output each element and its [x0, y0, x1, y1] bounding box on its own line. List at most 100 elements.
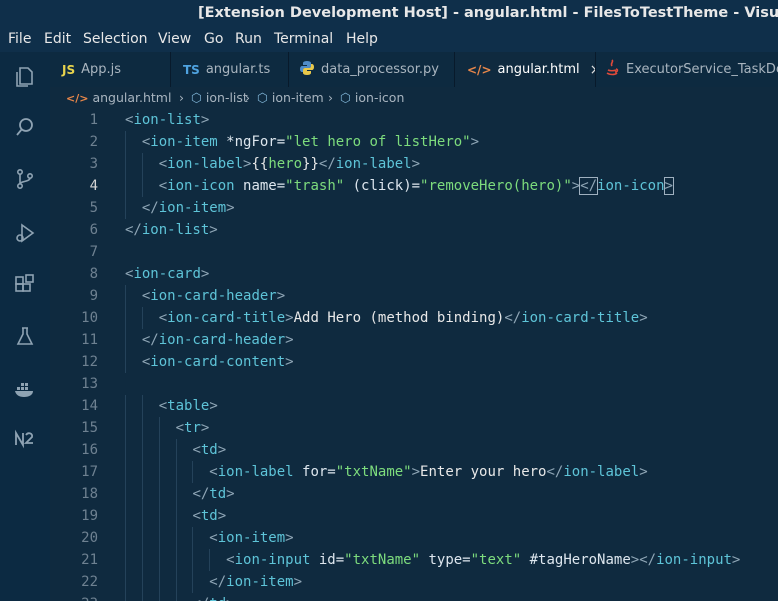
code-token: < [192, 442, 201, 458]
code-line[interactable]: 15 <tr> [50, 417, 778, 439]
breadcrumb-item-ion-item[interactable]: ⬡ ion-item [257, 90, 324, 105]
code-token: ion-card-header [158, 332, 286, 348]
code-token: < [209, 530, 218, 546]
line-number: 1 [89, 112, 98, 128]
code-token: > [285, 310, 294, 326]
code-line[interactable]: 4 <ion-icon name="trash" (click)="removeH… [50, 175, 778, 197]
code-token: < [192, 508, 201, 524]
menu-terminal[interactable]: Terminal [274, 31, 333, 47]
tab-angular-ts[interactable]: TS angular.ts [171, 52, 289, 87]
line-number: 18 [81, 486, 98, 502]
line-number: 5 [89, 200, 98, 216]
code-line[interactable]: 21 <ion-input id="txtName" type="text" #t… [50, 549, 778, 571]
run-debug-icon[interactable] [12, 220, 38, 246]
code-content: </ion-list> [125, 219, 218, 241]
source-control-icon[interactable] [12, 166, 38, 192]
code-token: "let hero of listHero" [285, 134, 471, 150]
nx-console-icon[interactable] [12, 426, 38, 452]
code-line[interactable]: 14 <table> [50, 395, 778, 417]
code-line[interactable]: 19 <td> [50, 505, 778, 527]
docker-icon[interactable] [12, 376, 38, 402]
code-token: > [276, 288, 286, 304]
menu-edit[interactable]: Edit [44, 31, 71, 47]
extensions-icon[interactable] [12, 272, 38, 298]
code-line[interactable]: 10 <ion-card-title>Add Hero (method bindi… [50, 307, 778, 329]
window-titlebar: [Extension Development Host] - angular.h… [0, 0, 778, 28]
code-token: </ [141, 332, 159, 348]
code-line[interactable]: 1 <ion-list> [50, 109, 778, 131]
indent-guide [141, 153, 143, 175]
code-token: > [470, 134, 480, 150]
code-token: > [639, 464, 648, 480]
breadcrumb-item-ion-icon[interactable]: ⬡ ion-icon [340, 90, 404, 105]
code-line[interactable]: 3 <ion-label>{{hero}}</ion-label> [50, 153, 778, 175]
code-token: (click)= [344, 178, 421, 194]
breadcrumb-item-ion-list[interactable]: ⬡ ion-list [191, 90, 248, 105]
code-token: < [158, 310, 168, 326]
menu-view[interactable]: View [158, 31, 191, 47]
explorer-icon[interactable] [12, 64, 38, 90]
indent-guide [158, 439, 160, 461]
code-line[interactable]: 6 </ion-list> [50, 219, 778, 241]
indent-guide [125, 461, 126, 483]
code-token: ion-card-content [150, 354, 286, 370]
tab-angular-html[interactable]: </> angular.html × [455, 52, 596, 87]
tab-data-processor-py[interactable]: data_processor.py [289, 52, 455, 87]
code-token: "text" [470, 552, 522, 568]
code-line[interactable]: 23 </td> [50, 593, 778, 601]
code-token: > [209, 222, 218, 238]
breadcrumb-item-file[interactable]: </> angular.html [66, 90, 171, 105]
code-content: <ion-card> [125, 263, 209, 285]
indent-guide [158, 505, 160, 527]
menu-go[interactable]: Go [204, 31, 223, 47]
code-line[interactable]: 9 <ion-card-header> [50, 285, 778, 307]
line-number: 3 [89, 156, 98, 172]
menu-selection[interactable]: Selection [83, 31, 148, 47]
code-token: ion-label [335, 156, 412, 172]
code-line[interactable]: 12 <ion-card-content> [50, 351, 778, 373]
testing-icon[interactable] [12, 324, 38, 350]
code-token: > [293, 574, 303, 590]
code-token: *ngFor= [217, 134, 286, 150]
activity-bar [0, 52, 50, 601]
code-token: ion-list [141, 222, 210, 238]
code-line[interactable]: 20 <ion-item> [50, 527, 778, 549]
code-token: ion-card-title [167, 310, 286, 326]
element-icon: ⬡ [340, 90, 351, 105]
tab-executor-service[interactable]: ExecutorService_TaskDep [596, 52, 778, 87]
indent-guide [192, 549, 194, 571]
code-content: </ion-card-header> [142, 329, 294, 351]
indent-guide [175, 505, 177, 527]
code-line[interactable]: 17 <ion-label for="txtName">Enter your he… [50, 461, 778, 483]
code-token: {{ [251, 156, 269, 172]
code-token: > [285, 332, 294, 348]
indent-guide [125, 197, 126, 219]
code-line[interactable]: 11 </ion-card-header> [50, 329, 778, 351]
code-token: Add Hero (method binding) [293, 310, 505, 326]
search-icon[interactable] [12, 114, 38, 140]
code-line[interactable]: 16 <td> [50, 439, 778, 461]
code-token: > [731, 552, 741, 568]
code-line[interactable]: 8 <ion-card> [50, 263, 778, 285]
code-token: for= [293, 464, 336, 480]
breadcrumb: </> angular.html › ⬡ ion-list › ⬡ ion-it… [50, 87, 778, 109]
indent-guide [125, 175, 126, 197]
window-title: [Extension Development Host] - angular.h… [198, 5, 778, 21]
code-token: ion-card [133, 266, 201, 282]
code-line[interactable]: 5 </ion-item> [50, 197, 778, 219]
code-token: ion-list [133, 112, 201, 128]
menu-run[interactable]: Run [235, 31, 262, 47]
code-editor[interactable]: 1 <ion-list> 2 <ion-item *ngFor="let hero o… [50, 109, 778, 601]
tab-app-js[interactable]: JS App.js [50, 52, 171, 87]
menu-file[interactable]: File [8, 31, 31, 47]
indent-guide [158, 417, 160, 439]
line-number: 20 [81, 530, 98, 546]
code-line[interactable]: 2 <ion-item *ngFor="let hero of listHero"… [50, 131, 778, 153]
menu-help[interactable]: Help [346, 31, 378, 47]
code-token: "txtName" [335, 464, 412, 480]
code-token: hero [268, 156, 303, 172]
code-line[interactable]: 22 </ion-item> [50, 571, 778, 593]
code-line[interactable]: 13 [50, 373, 778, 395]
code-line[interactable]: 7 [50, 241, 778, 263]
code-line[interactable]: 18 </td> [50, 483, 778, 505]
